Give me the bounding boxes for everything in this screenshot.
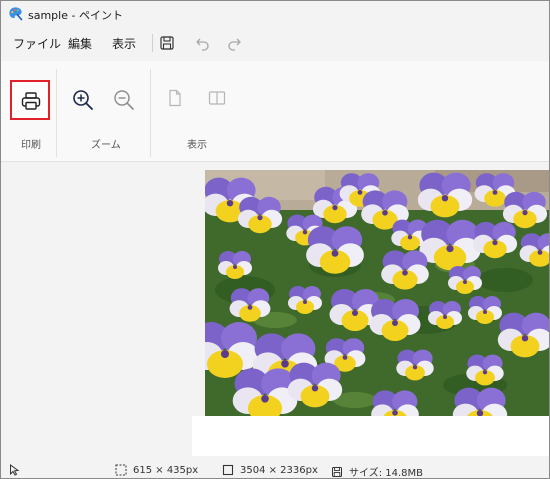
- cursor-position: [9, 464, 20, 476]
- status-bar: 615 × 435px 3504 × 2336px サイズ: 14.8MB: [1, 460, 549, 479]
- canvas-margin: [192, 416, 549, 456]
- file-save-icon: [332, 466, 342, 477]
- menu-view[interactable]: 表示: [112, 35, 136, 52]
- window-title: sample - ペイント: [28, 9, 123, 22]
- page-icon: [169, 89, 181, 107]
- print-group-label: 印刷: [21, 140, 41, 151]
- canvas-size: 3504 × 2336px: [222, 464, 318, 476]
- zoom-out-icon: [114, 90, 134, 110]
- zoom-out-button[interactable]: [104, 80, 144, 120]
- zoom-in-button[interactable]: [63, 80, 103, 120]
- group-divider: [150, 69, 151, 157]
- redo-icon[interactable]: [224, 33, 244, 53]
- print-button[interactable]: [10, 80, 50, 120]
- selection-size: 615 × 435px: [115, 464, 198, 476]
- menu-file[interactable]: ファイル: [13, 35, 61, 52]
- ribbon-toolbar: 印刷 ズーム 表示: [1, 61, 549, 162]
- two-page-button[interactable]: [199, 80, 239, 120]
- undo-icon[interactable]: [193, 33, 213, 53]
- canvas-area: [1, 163, 549, 459]
- canvas-size-text: 3504 × 2336px: [240, 464, 318, 476]
- pansy-flowers-photo[interactable]: [205, 170, 549, 416]
- two-page-icon: [208, 91, 226, 105]
- menu-bar: ファイル 編集 表示: [1, 29, 549, 57]
- view-group-label: 表示: [187, 140, 207, 151]
- menu-divider: [152, 34, 153, 52]
- menu-edit[interactable]: 編集: [68, 35, 92, 52]
- selection-size-text: 615 × 435px: [133, 464, 199, 476]
- file-size: サイズ: 14.8MB: [331, 464, 424, 479]
- zoom-in-icon: [73, 90, 93, 110]
- paint-window: sample - ペイント ファイル 編集 表示 印刷 ズーム 表示 615 ×…: [0, 0, 550, 479]
- save-icon[interactable]: [157, 33, 177, 53]
- selection-icon: [115, 464, 127, 476]
- cursor-icon: [10, 464, 20, 476]
- canvas-size-icon: [222, 464, 234, 476]
- paint-palette-icon: [9, 7, 23, 21]
- photo-content: [205, 170, 549, 416]
- file-size-text: サイズ: 14.8MB: [349, 468, 424, 479]
- zoom-group-label: ズーム: [91, 140, 121, 151]
- group-divider: [56, 69, 57, 157]
- printer-icon: [21, 92, 41, 110]
- fit-page-button[interactable]: [157, 80, 197, 120]
- title-bar: sample - ペイント: [1, 1, 549, 27]
